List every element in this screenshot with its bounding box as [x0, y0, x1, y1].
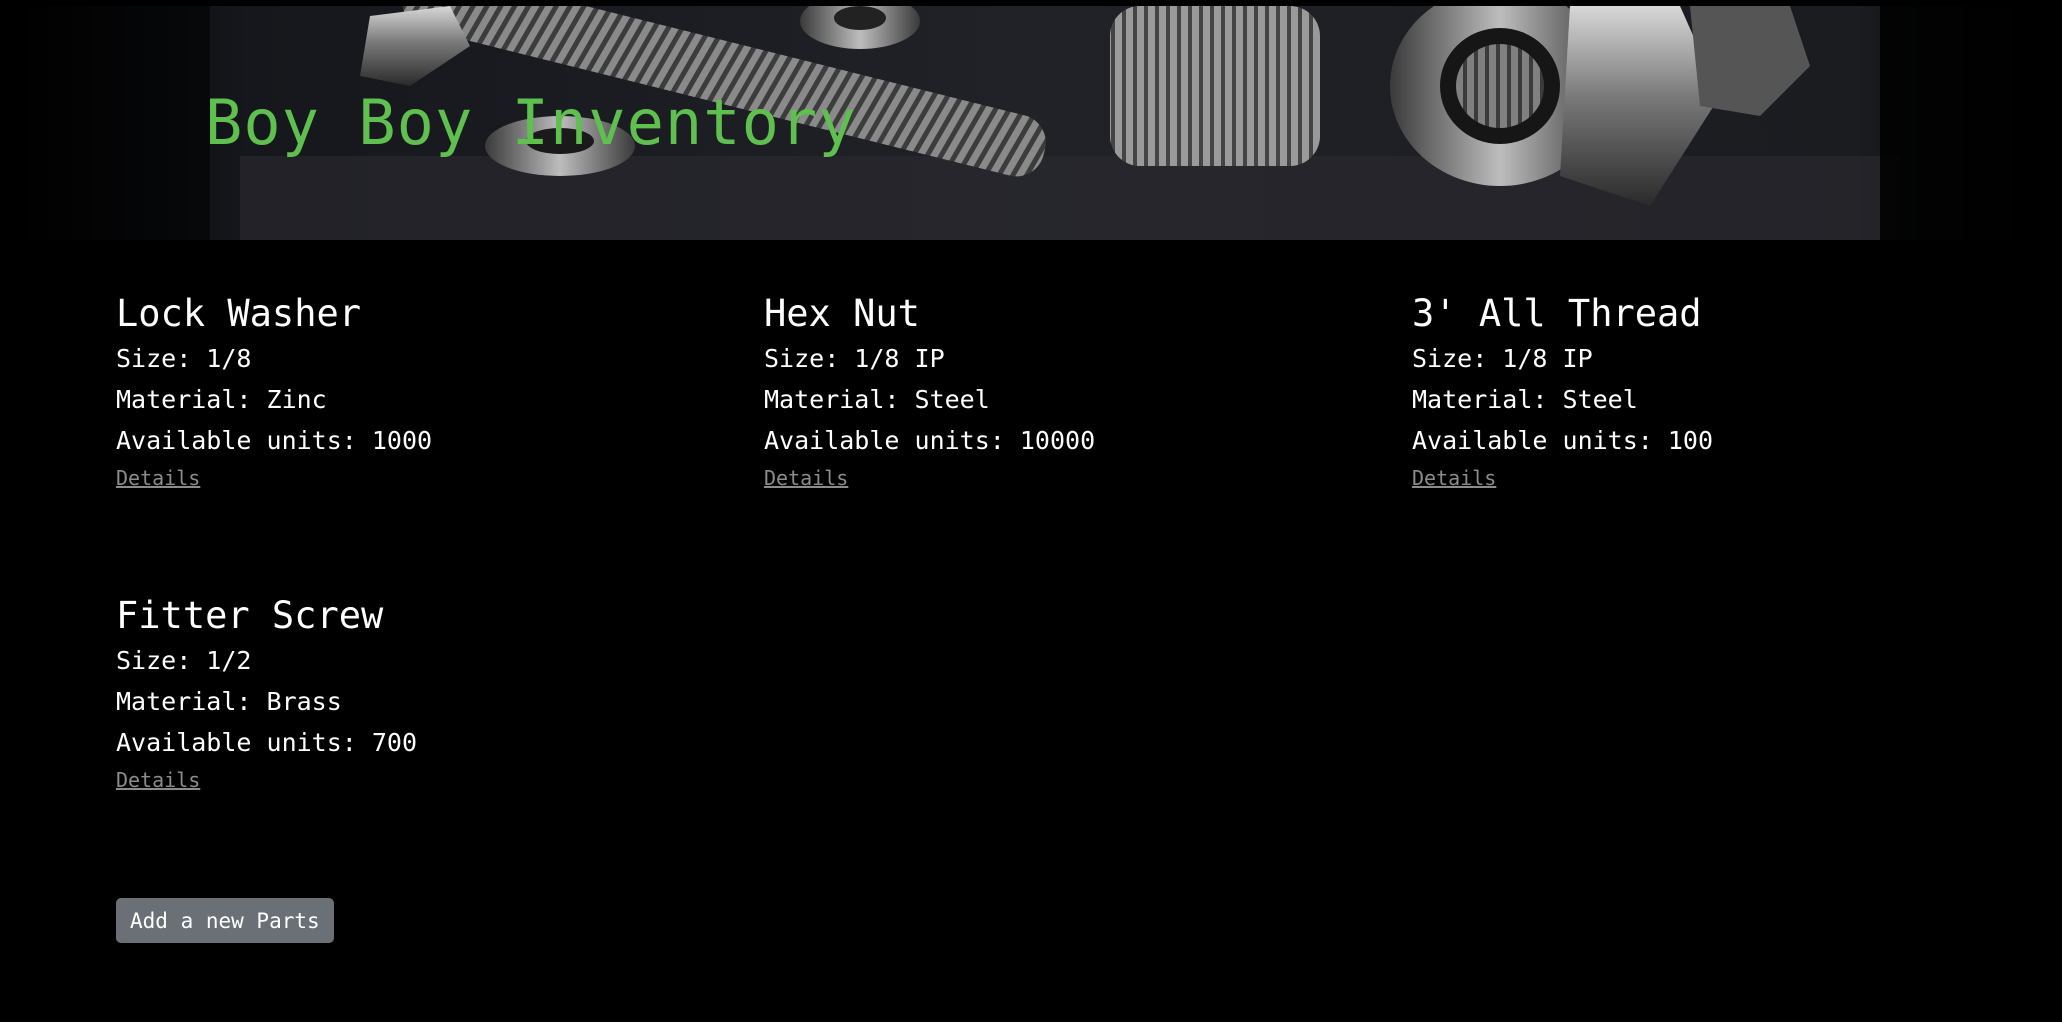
- part-name: 3' All Thread: [1412, 292, 1702, 335]
- part-size: Size: 1/8 IP: [1412, 344, 1593, 373]
- part-units: Available units: 1000: [116, 426, 433, 455]
- part-units: Available units: 100: [1412, 426, 1714, 455]
- parts-list: Lock Washer Size: 1/8 Material: Zinc Ava…: [116, 290, 2056, 808]
- part-material: Material: Zinc: [116, 385, 327, 414]
- add-part-button[interactable]: Add a new Parts: [116, 898, 334, 943]
- details-link[interactable]: Details: [764, 461, 848, 495]
- part-size: Size: 1/8 IP: [764, 344, 945, 373]
- details-link[interactable]: Details: [1412, 461, 1496, 495]
- part-size: Size: 1/2: [116, 646, 252, 675]
- header-banner: Boy Boy Inventory: [0, 6, 2062, 240]
- part-card-all-thread: 3' All Thread Size: 1/8 IP Material: Ste…: [1412, 290, 2060, 506]
- part-units: Available units: 700: [116, 728, 418, 757]
- part-name: Fitter Screw: [116, 594, 384, 637]
- part-units: Available units: 10000: [764, 426, 1096, 455]
- details-link[interactable]: Details: [116, 763, 200, 797]
- part-card-fitter-screw: Fitter Screw Size: 1/2 Material: Brass A…: [116, 592, 764, 808]
- page-title: Boy Boy Inventory: [205, 86, 857, 159]
- part-card-lock-washer: Lock Washer Size: 1/8 Material: Zinc Ava…: [116, 290, 764, 506]
- part-material: Material: Steel: [764, 385, 990, 414]
- part-card-hex-nut: Hex Nut Size: 1/8 IP Material: Steel Ava…: [764, 290, 1412, 506]
- part-name: Hex Nut: [764, 292, 920, 335]
- part-name: Lock Washer: [116, 292, 362, 335]
- part-material: Material: Steel: [1412, 385, 1638, 414]
- part-material: Material: Brass: [116, 687, 342, 716]
- part-size: Size: 1/8: [116, 344, 252, 373]
- details-link[interactable]: Details: [116, 461, 200, 495]
